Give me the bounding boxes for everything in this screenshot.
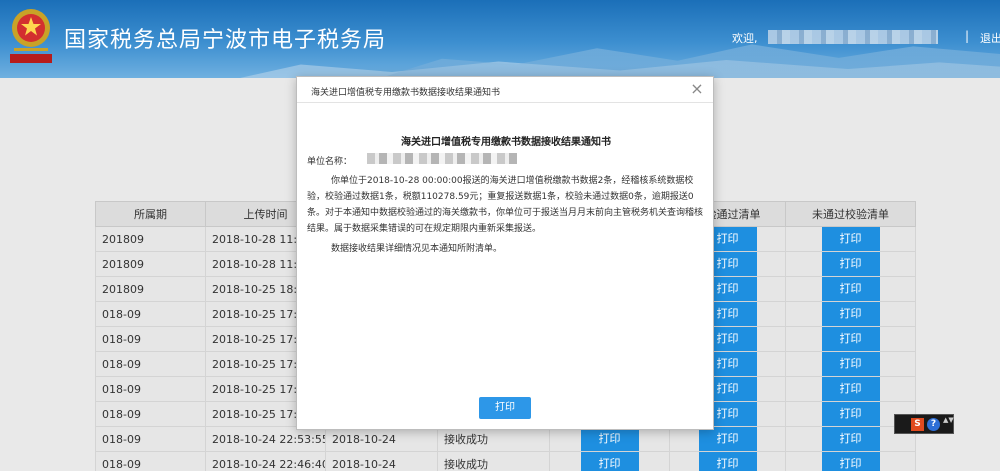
col5-print-cell: 打印 [549,426,670,452]
sogou-icon[interactable]: S [911,418,924,431]
date-cell: 2018-10-24 [325,451,438,471]
period-cell: 201809 [95,276,206,302]
failed-list-print-cell: 打印 [785,251,916,277]
failed-list-print-button[interactable]: 打印 [821,302,880,326]
period-cell: 018-09 [95,426,206,452]
failed-list-print-button[interactable]: 打印 [821,277,880,301]
failed-list-print-button[interactable]: 打印 [821,427,880,451]
passed-list-print-cell: 打印 [669,451,786,471]
close-icon[interactable]: × [689,81,705,97]
col-header-failed-list: 未通过校验清单 [785,201,916,227]
tray-widget: S ? ▲▼ [894,414,954,434]
failed-list-print-button[interactable]: 打印 [821,227,880,251]
failed-list-print-cell: 打印 [785,276,916,302]
upload-time-cell: 2018-10-24 22:53:55 [205,426,326,452]
notice-body: 你单位于2018-10-28 00:00:00报送的海关进口增值税缴款书数据2条… [307,176,704,234]
col-header-period: 所属期 [95,201,206,227]
status-cell: 接收成功 [437,426,550,452]
period-cell: 201809 [95,226,206,252]
failed-list-print-button[interactable]: 打印 [821,327,880,351]
period-cell: 018-09 [95,451,206,471]
modal-header-title: 海关进口增值税专用缴款书数据接收结果通知书 [311,88,501,98]
failed-list-print-button[interactable]: 打印 [821,402,880,426]
print-button[interactable]: 打印 [479,397,531,419]
passed-list-print-button[interactable]: 打印 [698,452,757,471]
notice-modal: 海关进口增值税专用缴款书数据接收结果通知书 × 海关进口增值税专用缴款书数据接收… [296,76,714,430]
failed-list-print-button[interactable]: 打印 [821,377,880,401]
upload-time-cell: 2018-10-24 22:46:40 [205,451,326,471]
user-name-blurred [768,30,938,44]
date-cell: 2018-10-24 [325,426,438,452]
passed-list-print-button[interactable]: 打印 [698,427,757,451]
col5-print-button[interactable]: 打印 [580,452,639,471]
welcome-text: 欢迎, [732,32,758,45]
failed-list-print-cell: 打印 [785,376,916,402]
status-cell: 接收成功 [437,451,550,471]
failed-list-print-button[interactable]: 打印 [821,252,880,276]
unit-name-blurred [367,153,517,164]
period-cell: 201809 [95,251,206,277]
failed-list-print-button[interactable]: 打印 [821,452,880,471]
period-cell: 018-09 [95,326,206,352]
failed-list-print-cell: 打印 [785,301,916,327]
period-cell: 018-09 [95,376,206,402]
site-title: 国家税务总局宁波市电子税务局 [64,28,387,53]
failed-list-print-cell: 打印 [785,226,916,252]
period-cell: 018-09 [95,351,206,377]
table-row: 018-09 2018-10-24 22:53:55 2018-10-24 接收成功 打… [95,426,916,452]
period-cell: 018-09 [95,301,206,327]
failed-list-print-cell: 打印 [785,351,916,377]
tax-emblem-icon [10,9,52,63]
scroll-arrows-icon[interactable]: ▲▼ [943,417,954,432]
table-row: 018-09 2018-10-24 22:46:40 2018-10-24 接收成功 打… [95,451,916,471]
col5-print-button[interactable]: 打印 [580,427,639,451]
failed-list-print-button[interactable]: 打印 [821,352,880,376]
col5-print-cell: 打印 [549,451,670,471]
site-header: 国家税务总局宁波市电子税务局 欢迎, | 退出 [0,0,1000,78]
period-cell: 018-09 [95,401,206,427]
unit-name-label: 单位名称： [307,157,353,167]
failed-list-print-cell: 打印 [785,451,916,471]
help-icon[interactable]: ? [927,418,940,431]
modal-header: 海关进口增值税专用缴款书数据接收结果通知书 × [297,77,713,103]
notice-attachment-note: 数据接收结果详细情况见本通知所附清单。 [331,244,503,254]
passed-list-print-cell: 打印 [669,426,786,452]
logout-link[interactable]: 退出 [980,30,1000,46]
failed-list-print-cell: 打印 [785,326,916,352]
header-separator: | [965,29,970,43]
notice-title: 海关进口增值税专用缴款书数据接收结果通知书 [401,137,611,148]
